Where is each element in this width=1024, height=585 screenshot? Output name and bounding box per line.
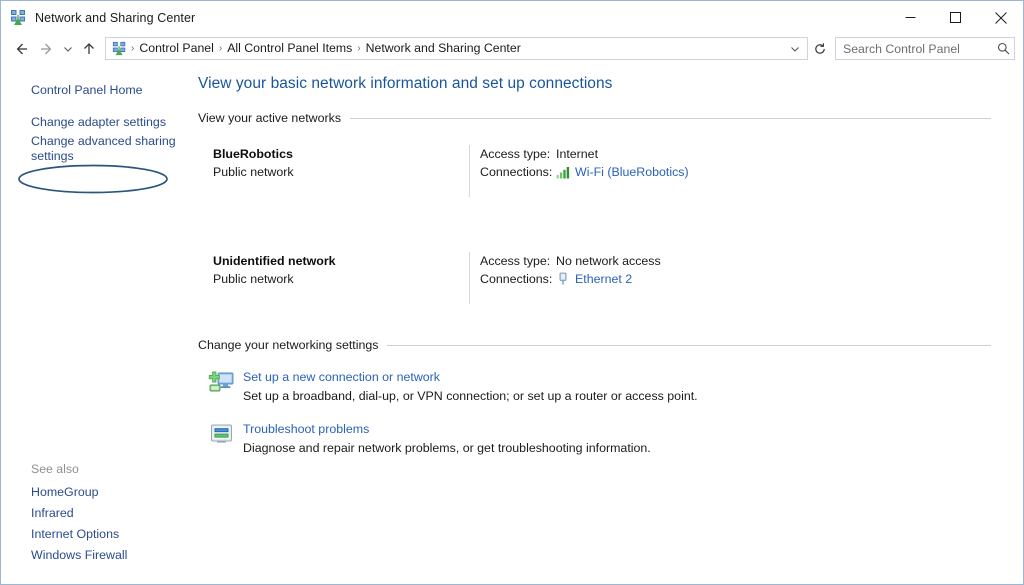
see-also-item-internet-options[interactable]: Internet Options xyxy=(1,524,191,545)
sidebar: Control Panel Home Change adapter settin… xyxy=(1,63,191,584)
maximize-button[interactable] xyxy=(933,1,978,34)
main-panel: View your basic network information and … xyxy=(191,63,1023,584)
connection-link-ethernet[interactable]: Ethernet 2 xyxy=(575,270,632,288)
settings-item-description: Set up a broadband, dial-up, or VPN conn… xyxy=(243,389,698,403)
network-name: BlueRobotics xyxy=(213,145,469,163)
section-rule xyxy=(350,118,991,119)
active-networks-section-header: View your active networks xyxy=(191,111,1023,125)
access-type-label: Access type: xyxy=(480,145,556,163)
active-networks-heading: View your active networks xyxy=(198,111,350,125)
troubleshoot-icon xyxy=(208,421,235,448)
see-also-item-windows-firewall[interactable]: Windows Firewall xyxy=(1,545,191,566)
breadcrumb-network-and-sharing-center[interactable]: Network and Sharing Center xyxy=(362,39,525,58)
network-details: Access type: No network access Connectio… xyxy=(470,252,1023,304)
settings-item-troubleshoot[interactable]: Troubleshoot problems Diagnose and repai… xyxy=(191,420,1023,458)
minimize-button[interactable] xyxy=(888,1,933,34)
search-box[interactable] xyxy=(835,37,1015,60)
sidebar-item-change-adapter-settings[interactable]: Change adapter settings xyxy=(1,113,191,132)
refresh-button[interactable] xyxy=(808,37,832,60)
network-row-bluerobotics: BlueRobotics Public network Access type:… xyxy=(191,145,1023,197)
ethernet-plug-icon xyxy=(556,272,572,286)
window-title: Network and Sharing Center xyxy=(35,11,195,25)
access-type-value: Internet xyxy=(556,145,598,163)
settings-item-new-connection[interactable]: Set up a new connection or network Set u… xyxy=(191,368,1023,406)
see-also-item-homegroup[interactable]: HomeGroup xyxy=(1,482,191,503)
settings-item-text: Set up a new connection or network Set u… xyxy=(243,368,698,406)
connections-label: Connections: xyxy=(480,270,556,288)
connections-row: Connections: Wi-Fi (BlueRobotics) xyxy=(480,163,1023,181)
search-input[interactable] xyxy=(836,42,992,56)
connections-label: Connections: xyxy=(480,163,556,181)
link-set-up-new-connection[interactable]: Set up a new connection or network xyxy=(243,368,698,387)
connection-link-wifi[interactable]: Wi-Fi (BlueRobotics) xyxy=(575,163,689,181)
content-area: Control Panel Home Change adapter settin… xyxy=(1,63,1023,584)
new-connection-icon xyxy=(208,369,235,396)
section-rule xyxy=(387,345,991,346)
forward-button[interactable] xyxy=(34,37,58,61)
wifi-signal-icon xyxy=(556,165,572,179)
back-button[interactable] xyxy=(10,37,34,61)
breadcrumb-bar[interactable]: › Control Panel › All Control Panel Item… xyxy=(105,37,808,60)
access-type-label: Access type: xyxy=(480,252,556,270)
link-troubleshoot-problems[interactable]: Troubleshoot problems xyxy=(243,420,651,439)
network-type: Public network xyxy=(213,163,469,181)
breadcrumb-control-panel[interactable]: Control Panel xyxy=(135,39,218,58)
sidebar-gap xyxy=(1,100,191,113)
network-details: Access type: Internet Connections: xyxy=(470,145,1023,197)
address-bar: › Control Panel › All Control Panel Item… xyxy=(1,34,1023,63)
network-name: Unidentified network xyxy=(213,252,469,270)
change-settings-section-header: Change your networking settings xyxy=(191,338,1023,352)
close-button[interactable] xyxy=(978,1,1023,34)
access-type-row: Access type: Internet xyxy=(480,145,1023,163)
network-sharing-center-window: Network and Sharing Center xyxy=(0,0,1024,585)
connections-row: Connections: Ethernet 2 xyxy=(480,270,1023,288)
chevron-down-icon[interactable] xyxy=(786,39,803,58)
change-settings-heading: Change your networking settings xyxy=(198,338,387,352)
sidebar-item-change-advanced-sharing-settings[interactable]: Change advanced sharing settings xyxy=(1,132,191,166)
page-title: View your basic network information and … xyxy=(191,75,1023,93)
settings-item-text: Troubleshoot problems Diagnose and repai… xyxy=(243,420,651,458)
network-sharing-icon xyxy=(10,9,27,26)
network-type: Public network xyxy=(213,270,469,288)
annotation-ellipse-change-adapter-settings xyxy=(17,163,175,195)
recent-locations-button[interactable] xyxy=(58,37,77,61)
breadcrumb-network-icon xyxy=(112,41,127,56)
up-button[interactable] xyxy=(77,37,101,61)
network-identity: BlueRobotics Public network xyxy=(213,145,469,197)
title-bar: Network and Sharing Center xyxy=(1,1,1023,34)
network-identity: Unidentified network Public network xyxy=(213,252,469,304)
see-also-section: See also HomeGroup Infrared Internet Opt… xyxy=(1,462,191,566)
window-controls xyxy=(888,1,1023,34)
network-row-unidentified: Unidentified network Public network Acce… xyxy=(191,252,1023,304)
access-type-row: Access type: No network access xyxy=(480,252,1023,270)
search-icon[interactable] xyxy=(992,38,1014,59)
sidebar-item-control-panel-home[interactable]: Control Panel Home xyxy=(1,81,191,100)
access-type-value: No network access xyxy=(556,252,661,270)
see-also-item-infrared[interactable]: Infrared xyxy=(1,503,191,524)
settings-item-description: Diagnose and repair network problems, or… xyxy=(243,441,651,455)
see-also-heading: See also xyxy=(1,462,191,482)
breadcrumb-all-control-panel-items[interactable]: All Control Panel Items xyxy=(223,39,356,58)
